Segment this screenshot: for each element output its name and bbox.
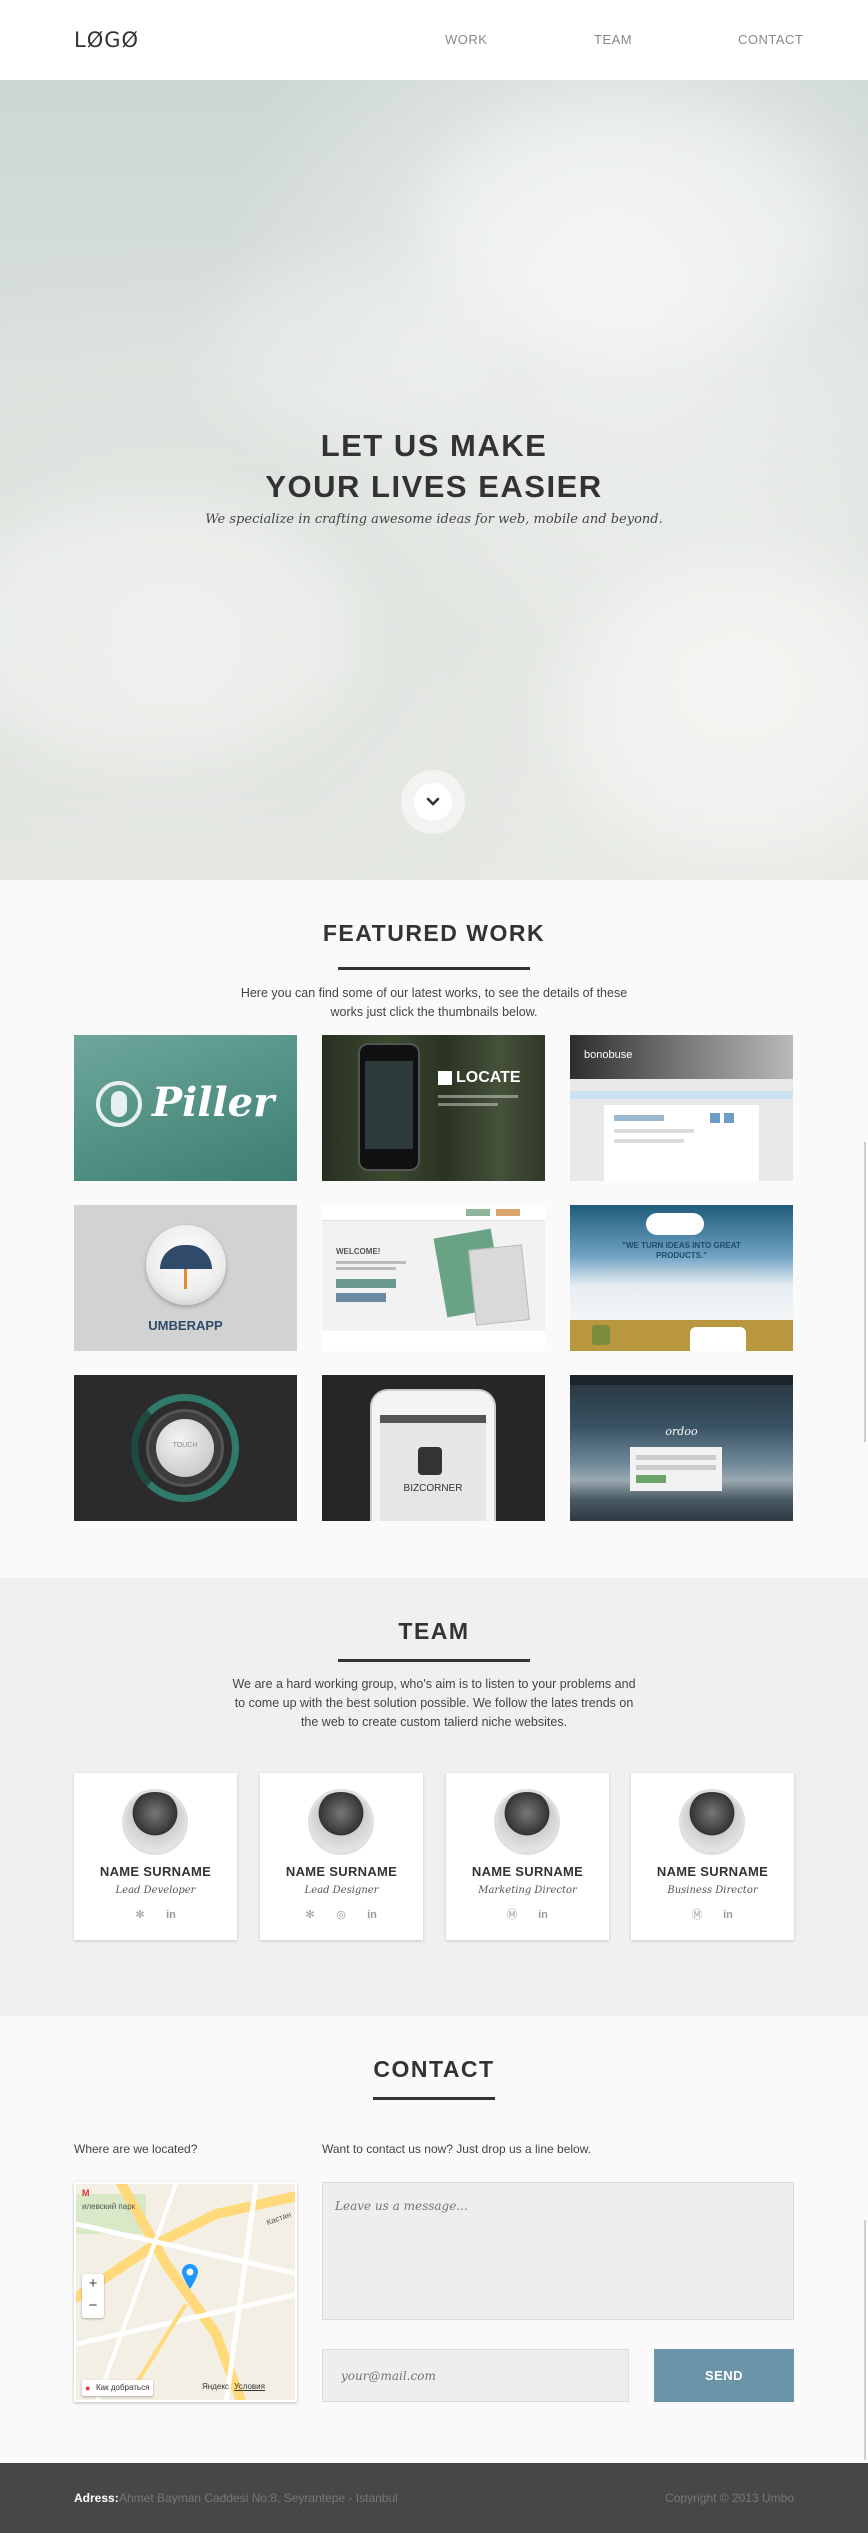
site-header: LØGØ WORK TEAM CONTACT <box>0 0 868 80</box>
map-streets <box>76 2184 295 2400</box>
map-attribution: Яндекс Условия <box>202 2382 265 2391</box>
work-intro: Here you can find some of our latest wor… <box>184 984 684 1022</box>
work-thumb-great-products[interactable]: "WE TURN IDEAS INTO GREAT PRODUCTS." <box>570 1205 793 1351</box>
work-thumb-piller[interactable]: Piller <box>74 1035 297 1181</box>
map-zoom-control: + − <box>82 2274 104 2318</box>
linkedin-icon[interactable]: in <box>365 1908 379 1922</box>
map-brand-label: Яндекс <box>202 2382 229 2391</box>
dribbble-icon[interactable]: ◎ <box>334 1908 348 1922</box>
contact-title: CONTACT <box>373 2056 495 2082</box>
work-intro-line2: works just click the thumbnails below. <box>330 1005 538 1019</box>
work-thumb-text: UMBERAPP <box>148 1318 223 1333</box>
logo[interactable]: LØGØ <box>74 28 139 52</box>
work-thumb-text: Piller <box>152 1079 275 1126</box>
work-title: FEATURED WORK <box>322 920 546 946</box>
email-input[interactable] <box>322 2349 629 2402</box>
work-thumb-welcome[interactable]: WELCOME! <box>322 1205 545 1351</box>
nav-team-link[interactable]: TEAM <box>594 32 632 47</box>
team-title: TEAM <box>398 1618 470 1644</box>
work-thumb-text: TOUCH <box>172 1442 198 1449</box>
work-intro-line1: Here you can find some of our latest wor… <box>240 986 628 1000</box>
work-thumb-text: BIZCORNER <box>403 1483 463 1494</box>
member-role: Business Director <box>667 1885 758 1896</box>
linkedin-icon[interactable]: in <box>721 1908 735 1922</box>
work-thumb-text: "WE TURN IDEAS INTO GREAT PRODUCTS." <box>622 1241 741 1260</box>
map-terms-link[interactable]: Условия <box>234 2382 265 2391</box>
nav-contact-link[interactable]: CONTACT <box>738 32 803 47</box>
hero-title: LET US MAKE YOUR LIVES EASIER <box>0 425 868 507</box>
hero-section: LET US MAKE YOUR LIVES EASIER We special… <box>0 80 868 880</box>
scrollbar-track-mark <box>864 1142 866 1442</box>
map-zoom-in-button[interactable]: + <box>82 2275 104 2292</box>
avatar <box>122 1789 188 1855</box>
skype-icon[interactable]: Ⓜ <box>505 1908 519 1922</box>
nav-work-link[interactable]: WORK <box>445 32 487 47</box>
member-role: Lead Designer <box>304 1885 379 1896</box>
member-name: NAME SURNAME <box>285 1864 398 1879</box>
team-intro: We are a hard working group, who's aim i… <box>184 1675 684 1732</box>
map-park-label: илевский парк <box>82 2202 136 2211</box>
pill-icon <box>96 1081 142 1127</box>
work-thumb-ordoo[interactable]: ordoo <box>570 1375 793 1521</box>
work-title-rule <box>338 967 530 970</box>
work-thumb-touch[interactable]: TOUCH <box>74 1375 297 1521</box>
member-role: Lead Developer <box>115 1885 196 1896</box>
hero-title-line1: LET US MAKE <box>320 428 548 463</box>
scrollbar-track-mark <box>864 2220 866 2460</box>
map-pin-icon[interactable] <box>180 2262 200 2290</box>
scroll-down-button[interactable] <box>414 783 452 821</box>
chevron-down-icon <box>426 797 440 806</box>
team-card: NAME SURNAME Lead Developer ✻ in <box>74 1773 237 1940</box>
team-card: NAME SURNAME Marketing Director Ⓜ in <box>446 1773 609 1940</box>
map-route-button[interactable]: ● Как добраться <box>82 2380 154 2396</box>
contact-title-rule <box>373 2097 495 2100</box>
twitter-icon[interactable]: ✻ <box>133 1908 147 1922</box>
hero-title-line2: YOUR LIVES EASIER <box>265 469 603 504</box>
site-footer: Adress: Ahmet Bayman Caddesi No:8, Seyra… <box>0 2463 868 2533</box>
phone-mockup <box>358 1043 420 1171</box>
footer-address: Ahmet Bayman Caddesi No:8, Seyrantepe - … <box>119 2491 398 2505</box>
avatar <box>679 1789 745 1855</box>
team-intro-line3: the web to create custom talierd niche w… <box>300 1715 568 1729</box>
team-title-rule <box>338 1659 530 1662</box>
team-card: NAME SURNAME Business Director Ⓜ in <box>631 1773 794 1940</box>
work-thumb-text: WELCOME! <box>336 1247 381 1256</box>
contact-form-label: Want to contact us now? Just drop us a l… <box>322 2142 592 2156</box>
member-name: NAME SURNAME <box>471 1864 584 1879</box>
footer-address-label: Adress: <box>74 2491 119 2505</box>
hero-subtitle: We specialize in crafting awesome ideas … <box>205 512 663 527</box>
skype-icon[interactable]: Ⓜ <box>690 1908 704 1922</box>
work-thumb-text: bonobuse <box>584 1049 633 1061</box>
twitter-icon[interactable]: ✻ <box>303 1908 317 1922</box>
linkedin-icon[interactable]: in <box>536 1908 550 1922</box>
member-name: NAME SURNAME <box>99 1864 212 1879</box>
avatar <box>494 1789 560 1855</box>
team-intro-line2: to come up with the best solution possib… <box>234 1696 634 1710</box>
avatar <box>308 1789 374 1855</box>
scroll-down-ring <box>401 770 465 834</box>
location-label: Where are we located? <box>74 2142 198 2156</box>
work-thumb-bizcorner[interactable]: BIZCORNER <box>322 1375 545 1521</box>
work-thumb-bonobuse[interactable]: bonobuse <box>570 1035 793 1181</box>
footer-copyright: Copyright © 2013 Umbo <box>665 2491 794 2505</box>
work-thumb-text: ordoo <box>665 1425 698 1438</box>
map-zoom-out-button[interactable]: − <box>82 2297 104 2314</box>
send-button[interactable]: SEND <box>654 2349 794 2402</box>
metro-icon: M <box>82 2188 90 2198</box>
member-role: Marketing Director <box>478 1885 577 1896</box>
umbrella-app-icon <box>146 1225 226 1305</box>
map-route-label: Как добраться <box>96 2383 150 2392</box>
work-thumb-umberapp[interactable]: UMBERAPP <box>74 1205 297 1351</box>
team-card: NAME SURNAME Lead Designer ✻ ◎ in <box>260 1773 423 1940</box>
work-thumb-text: LOCATE <box>456 1069 521 1086</box>
member-name: NAME SURNAME <box>656 1864 769 1879</box>
linkedin-icon[interactable]: in <box>164 1908 178 1922</box>
route-pin-icon: ● <box>85 2383 91 2393</box>
team-intro-line1: We are a hard working group, who's aim i… <box>232 1677 636 1691</box>
location-map[interactable]: илевский парк Кастан M + − ● Как добрать… <box>74 2182 297 2402</box>
phone-mockup: BIZCORNER <box>370 1389 496 1521</box>
work-thumb-locate[interactable]: LOCATE <box>322 1035 545 1181</box>
message-textarea[interactable] <box>322 2182 794 2320</box>
